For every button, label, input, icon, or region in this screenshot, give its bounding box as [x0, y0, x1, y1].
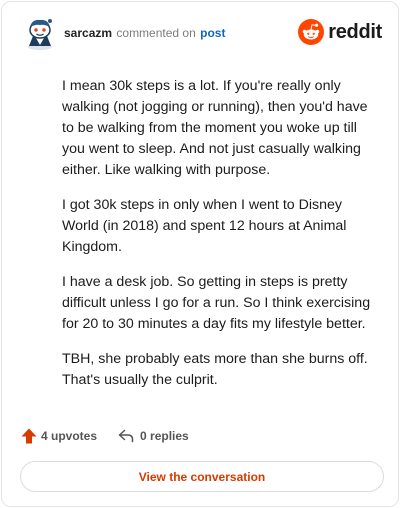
comment-paragraph: TBH, she probably eats more than she bur…	[62, 351, 368, 388]
brand-wordmark: reddit	[328, 20, 382, 43]
comment-meta: sarcazm commented on post	[64, 26, 225, 40]
view-conversation-button[interactable]: View the conversation	[20, 461, 384, 492]
comment-actions: 4 upvotes 0 replies	[20, 426, 189, 446]
reply-button[interactable]: 0 replies	[117, 427, 189, 445]
upvote-arrow-icon	[21, 428, 37, 444]
reddit-snoo-icon	[298, 19, 325, 45]
reply-count: 0 replies	[140, 429, 189, 443]
comment-paragraph: I got 30k steps in only when I went to D…	[62, 197, 347, 255]
user-avatar[interactable]	[22, 16, 58, 52]
reply-arrow-icon	[118, 429, 134, 443]
username-link[interactable]: sarcazm	[64, 26, 112, 40]
snoo-avatar-icon	[28, 19, 52, 50]
comment-paragraph: I have a desk job. So getting in steps i…	[62, 274, 371, 332]
action-text: commented on	[116, 26, 196, 40]
reddit-logo[interactable]: reddit	[298, 18, 382, 46]
upvote-count: 4 upvotes	[41, 429, 98, 443]
post-link[interactable]: post	[200, 26, 225, 40]
comment-header: sarcazm commented on post reddit	[22, 16, 382, 52]
upvote-button[interactable]: 4 upvotes	[20, 427, 97, 445]
comment-card: sarcazm commented on post reddit I mean …	[1, 1, 399, 507]
comment-paragraph: I mean 30k steps is a lot. If you're rea…	[62, 78, 368, 178]
comment-body: I mean 30k steps is a lot. If you're rea…	[62, 76, 380, 405]
